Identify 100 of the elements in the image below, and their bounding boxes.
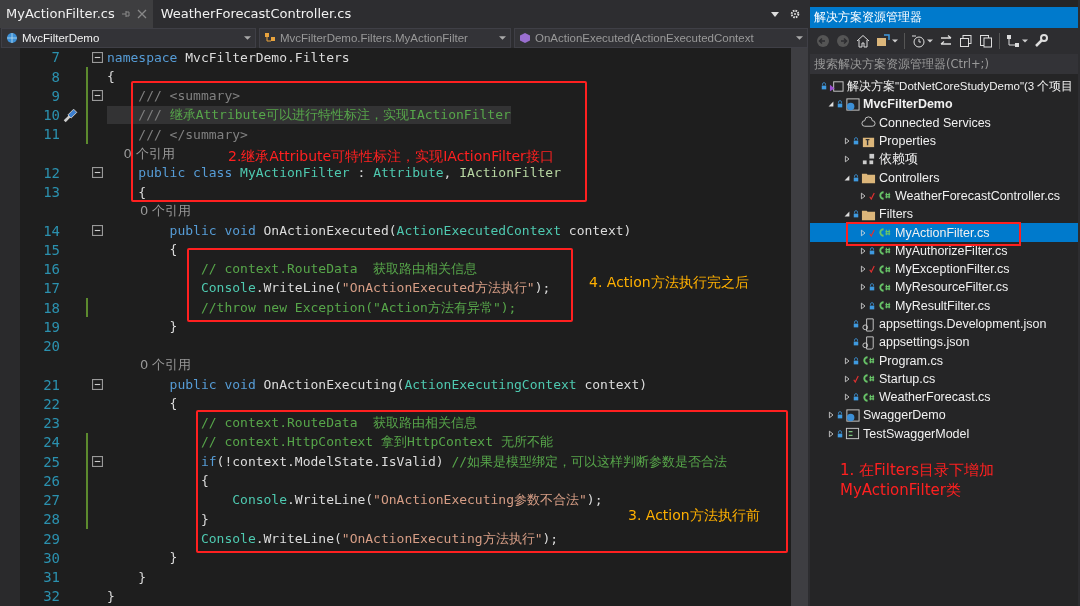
expanded-arrow-icon[interactable] [843, 173, 851, 182]
collapsed-arrow-icon[interactable] [843, 374, 851, 383]
line-number: 23 [43, 415, 60, 432]
tree-item[interactable]: Startup.cs [810, 369, 1078, 389]
dropdown-icon[interactable] [1022, 38, 1028, 44]
tree-item[interactable]: MyResourceFilter.cs [810, 278, 1078, 297]
tree-item[interactable]: Connected Services [810, 113, 1078, 132]
line-number: 7 [51, 49, 60, 66]
reference-count[interactable]: 0 个引用 [107, 144, 175, 163]
tree-item[interactable]: 解决方案"DotNetCoreStudyDemo"(3 个项目 [810, 77, 1078, 96]
scrollbar[interactable] [791, 47, 808, 606]
csharp-file-icon [877, 225, 892, 240]
globe-icon [6, 31, 18, 44]
solution-icon [829, 78, 844, 94]
line-number: 15 [43, 241, 60, 258]
code-line: if(!context.ModelState.IsValid) //如果是模型绑定，可以这样判断参数是否合法 [199, 452, 728, 471]
navigation-dropdown[interactable]: MvcFilterDemo.Filters.MyActionFilter [259, 27, 511, 48]
code-line: public class MyActionFilter : Attribute, IActionFilter [137, 165, 561, 181]
tree-item[interactable]: appsettings.json [810, 333, 1078, 352]
line-number: 25 [43, 453, 60, 470]
tree-item[interactable]: Filters [810, 205, 1078, 224]
line-number: 29 [43, 530, 60, 547]
code-line: } [168, 319, 178, 335]
swap-arrows-icon[interactable] [939, 34, 953, 48]
collapsed-arrow-icon[interactable] [843, 356, 851, 365]
code-line: } [137, 569, 147, 585]
hierarchy-icon[interactable] [1006, 34, 1020, 48]
annotation: 4. Action方法执行完之后 [589, 273, 749, 292]
collapsed-arrow-icon[interactable] [859, 191, 867, 200]
collapsed-arrow-icon[interactable] [827, 411, 835, 420]
expanded-arrow-icon[interactable] [827, 100, 835, 109]
reference-count[interactable]: 0 个引用 [107, 356, 192, 375]
line-number: 17 [43, 280, 60, 297]
code-line: { [199, 473, 209, 489]
collapse-icon[interactable] [92, 456, 103, 468]
navigation-dropdown[interactable]: MvcFilterDemo [1, 27, 256, 48]
line-number: 32 [43, 588, 60, 605]
code-line: Console.WriteLine("OnActionExecuted方法执行"); [199, 279, 551, 298]
collapsed-arrow-icon[interactable] [843, 137, 851, 146]
code-line: Console.WriteLine("OnActionExecuting方法执行"); [199, 529, 559, 548]
close-icon[interactable] [136, 8, 147, 19]
dropdown-icon[interactable] [892, 38, 898, 44]
line-number: 10 [43, 107, 60, 124]
code-line: { [168, 242, 178, 258]
code-line: { [168, 396, 178, 412]
navigation-dropdown[interactable]: OnActionExecuted(ActionExecutedContext [514, 27, 808, 48]
collapse-icon[interactable] [92, 167, 103, 179]
tree-item[interactable]: MyActionFilter.cs [810, 223, 1078, 242]
collapse-icon[interactable] [92, 225, 103, 237]
tree-item[interactable]: Controllers [810, 168, 1078, 187]
code-line: } [107, 588, 115, 604]
expanded-arrow-icon[interactable] [843, 210, 851, 219]
tree-item[interactable]: MyAuthorizeFilter.cs [810, 241, 1078, 260]
tree-item[interactable]: MyResultFilter.cs [810, 296, 1078, 315]
line-number: 27 [43, 492, 60, 509]
settings-icon[interactable] [790, 8, 800, 19]
collapsed-arrow-icon[interactable] [843, 155, 851, 164]
collapse-all-icon[interactable] [959, 34, 973, 48]
tree-item[interactable]: Properties [810, 131, 1078, 151]
line-number: 21 [43, 376, 60, 393]
tree-item[interactable]: MyExceptionFilter.cs [810, 259, 1078, 279]
reference-count[interactable]: 0 个引用 [107, 202, 192, 221]
collapse-icon[interactable] [92, 379, 103, 391]
dependencies-icon [861, 151, 876, 167]
annotation: 2.继承Attribute可特性标注，实现IActionFilter接口 [228, 147, 554, 166]
tree-item[interactable]: TestSwaggerModel [810, 424, 1078, 443]
collapsed-arrow-icon[interactable] [859, 265, 867, 274]
collapsed-arrow-icon[interactable] [827, 429, 835, 438]
home-icon[interactable] [856, 34, 870, 48]
line-number: 28 [43, 511, 60, 528]
collapse-icon[interactable] [92, 90, 103, 102]
tree-item[interactable]: WeatherForecastController.cs [810, 186, 1078, 206]
code-line: { [107, 69, 115, 85]
collapse-icon[interactable] [92, 51, 103, 63]
search-field[interactable]: 搜索解决方案资源管理器(Ctrl+;) [810, 54, 1078, 74]
cube-icon [519, 31, 531, 44]
tree-item[interactable]: Program.cs [810, 351, 1078, 370]
tree-item[interactable]: SwaggerDemo [810, 406, 1078, 425]
line-number: 19 [43, 318, 60, 335]
collapsed-arrow-icon[interactable] [859, 283, 867, 292]
collapsed-arrow-icon[interactable] [859, 246, 867, 255]
code-line: } [199, 511, 209, 527]
collapsed-arrow-icon[interactable] [843, 393, 851, 402]
collapsed-arrow-icon[interactable] [859, 301, 867, 310]
tree-item[interactable]: appsettings.Development.json [810, 314, 1078, 334]
code-line: //throw new Exception("Action方法有异常"); [199, 298, 517, 317]
line-number: 31 [43, 569, 60, 586]
screwdriver-icon[interactable] [61, 106, 81, 125]
tree-item[interactable]: MvcFilterDemo [810, 95, 1078, 114]
line-number: 9 [51, 87, 60, 104]
web-project-icon [845, 96, 860, 112]
file-tab[interactable]: WeatherForecastController.cs [154, 0, 358, 28]
dropdown-icon[interactable] [927, 38, 933, 44]
file-tab[interactable]: MyActionFilter.cs [0, 0, 153, 28]
tree-item[interactable]: 依赖项 [810, 150, 1078, 169]
tree-item[interactable]: WeatherForecast.cs [810, 388, 1078, 407]
code-line: public void OnActionExecuting(ActionExecutingContext context) [168, 377, 648, 393]
history-icon[interactable] [911, 34, 925, 48]
code-line: /// <summary> [137, 88, 241, 104]
copy-icon[interactable] [979, 34, 993, 48]
